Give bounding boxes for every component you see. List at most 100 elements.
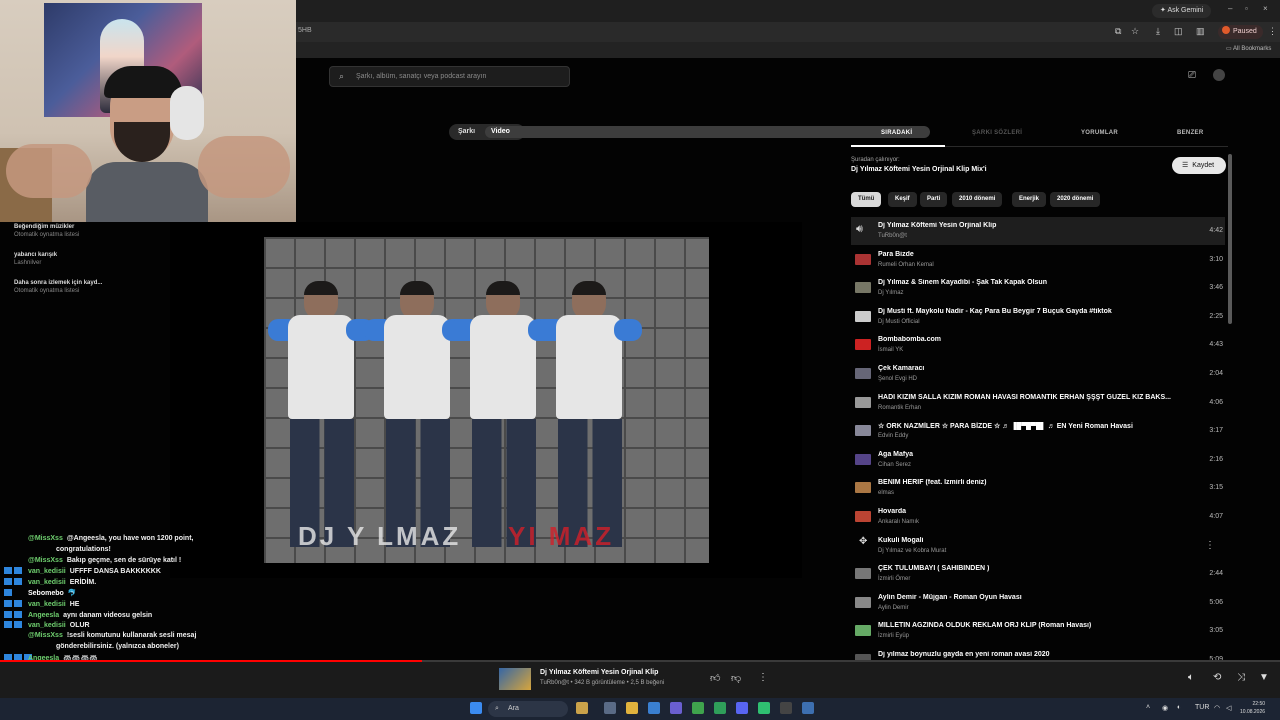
expand-player-icon[interactable]: ▼ [1259, 672, 1269, 683]
filter-chip[interactable]: Enerjik [1012, 192, 1047, 207]
queue-item-title: MİLLETİN AĞZINDA OLDUK REKLAM ORJ KLİP (… [878, 622, 1092, 630]
clock[interactable]: 22:50 10.08.2026 [1240, 700, 1265, 716]
all-bookmarks-label: All Bookmarks [1233, 46, 1272, 52]
queue-item[interactable]: ☆ ORK NAZMİLER ☆ PARA BİZDE ☆ ♬ ▐█▀█▀█▌ … [851, 417, 1225, 445]
extensions-icon[interactable]: ◫ [1174, 26, 1183, 37]
sidebar-playlist-item[interactable]: Daha sonra izlemek için kayd... Otomatik … [14, 280, 102, 294]
address-bar[interactable]: 5HB [298, 27, 312, 34]
tray-icon[interactable]: ◐ [1177, 704, 1181, 711]
queue-item-title: Aga Mafya [878, 450, 914, 458]
language-indicator[interactable]: TUR [1195, 704, 1209, 711]
chat-username[interactable]: @MissXss [28, 557, 63, 564]
app-icon[interactable] [780, 702, 792, 714]
video-frame[interactable]: DJ Y LMAZ YI MAZ [264, 237, 709, 563]
queue-item-artist: İzmirli Eyüp [878, 633, 910, 640]
tray-icon[interactable]: ◉ [1162, 704, 1168, 712]
queue-item[interactable]: 🔊︎ Dj Yılmaz Köftemi Yesin Orjinal Klip Tu… [851, 217, 1225, 245]
chat-username[interactable]: van_kedisii [28, 601, 66, 608]
queue-item[interactable]: Dj Yılmaz & Sinem Kayadibi - Şak Tak Kap… [851, 274, 1225, 302]
discord-icon[interactable] [736, 702, 748, 714]
chat-message: van_kedisii OLUR [4, 621, 90, 629]
task-view-icon[interactable] [604, 702, 616, 714]
start-icon[interactable] [470, 702, 482, 714]
wifi-icon[interactable]: ◠ [1214, 704, 1220, 712]
chat-username[interactable]: van_kedisii [28, 579, 66, 586]
more-options-icon[interactable]: ⋮ [758, 672, 768, 683]
drag-handle-icon[interactable]: ✥ [859, 536, 867, 547]
tab-comments[interactable]: YORUMLAR [1081, 130, 1118, 136]
sidebar-playlist-item[interactable]: Beğendiğim müzikler Otomatik oynatma list… [14, 224, 79, 238]
minimize-button[interactable]: – [1228, 4, 1232, 13]
filter-chip[interactable]: Parti [920, 192, 948, 207]
maximize-button[interactable]: ▫ [1245, 4, 1248, 13]
filter-chip[interactable]: Keşif [888, 192, 917, 207]
queue-item[interactable]: Aga Mafya Cihan Serez 2:16 [851, 446, 1225, 474]
ask-gemini-button[interactable]: ✦ Ask Gemini [1152, 4, 1212, 18]
install-app-icon[interactable]: ⧉ [1115, 26, 1121, 37]
filter-chip[interactable]: 2020 dönemi [1050, 192, 1101, 207]
dislike-icon[interactable]: 👎︎ [731, 672, 741, 684]
queue-item[interactable]: BENİM HERİF (feat. İzmirli deniz) elmas 3:… [851, 474, 1225, 502]
taskbar-search[interactable]: ⌕ Ara [488, 701, 568, 717]
queue-item[interactable]: HADİ KIZIM SALLA KIZIM ROMAN HAVASI ROMA… [851, 389, 1225, 417]
all-bookmarks-link[interactable]: ▭ All Bookmarks [1226, 45, 1271, 52]
sidebar-playlist-item[interactable]: yabancı karışık Lashnilver [14, 252, 57, 266]
bookmark-star-icon[interactable]: ☆ [1131, 26, 1139, 37]
chat-username[interactable]: @MissXss [28, 632, 63, 639]
queue-scrollbar[interactable] [1228, 154, 1232, 324]
player-title[interactable]: Dj Yılmaz Köftemi Yesin Orjinal Klip [540, 669, 658, 676]
player-thumbnail[interactable] [499, 668, 531, 690]
queue-item[interactable]: Dj Musti ft. Maykolu Nadir - Kaç Para Bu… [851, 303, 1225, 331]
toggle-song[interactable]: Şarkı [452, 126, 481, 138]
queue-item[interactable]: Hovarda Ankaralı Namık 4:07 [851, 503, 1225, 531]
tab-lyrics[interactable]: ŞARKI SÖZLERİ [972, 130, 1022, 136]
chat-username[interactable]: van_kedisii [28, 568, 66, 575]
profile-button[interactable]: Paused [1218, 25, 1263, 39]
search-box[interactable]: ⌕ Şarkı, albüm, sanatçı veya podcast ara… [329, 66, 570, 87]
filter-chip[interactable]: 2010 dönemi [952, 192, 1003, 207]
speaker-icon[interactable]: ◁ [1226, 704, 1231, 712]
chat-badges [4, 589, 28, 597]
shuffle-icon[interactable]: ⤨ [1237, 672, 1245, 683]
tab-related[interactable]: BENZER [1177, 130, 1203, 136]
clock-date: 10.08.2026 [1240, 709, 1266, 715]
file-explorer-icon[interactable] [626, 702, 638, 714]
account-avatar[interactable] [1213, 69, 1225, 81]
download-icon[interactable]: ⤓ [1156, 26, 1160, 37]
browser-menu-icon[interactable]: ⋮ [1268, 26, 1277, 37]
app-icon[interactable] [670, 702, 682, 714]
like-icon[interactable]: 👍︎ [710, 672, 720, 684]
chat-username[interactable]: @MissXss [28, 535, 63, 542]
app-icon[interactable] [576, 702, 588, 714]
app-icon[interactable] [648, 702, 660, 714]
chat-username[interactable]: van_kedisii [28, 622, 66, 629]
playing-from-title[interactable]: Dj Yılmaz Köftemi Yesin Orjinal Klip Mix… [851, 166, 987, 173]
queue-item[interactable]: ÇEK TULUMBAYI ( SAHİBİNDEN ) İzmirli Ömer… [851, 560, 1225, 588]
progress-bar[interactable] [0, 660, 1280, 662]
app-icon[interactable] [758, 702, 770, 714]
cast-icon[interactable]: ⎚ [1188, 70, 1196, 81]
filter-chip[interactable]: Tümü [851, 192, 882, 207]
tray-chevron-icon[interactable]: ˄ [1146, 704, 1150, 711]
queue-item-duration: 3:46 [1209, 284, 1223, 292]
chat-username[interactable]: Angeesla [28, 612, 59, 619]
close-button[interactable]: × [1263, 4, 1268, 13]
app-icon[interactable] [714, 702, 726, 714]
queue-item-menu-icon[interactable]: ⋮ [1205, 540, 1215, 551]
repeat-icon[interactable]: ⟲ [1213, 672, 1221, 683]
chat-username[interactable]: Sebomebo [28, 590, 64, 597]
sidebar-toggle-icon[interactable]: ▥ [1196, 26, 1205, 37]
queue-item[interactable]: Çek Kamaracı Şenol Evgi HD 2:04 [851, 360, 1225, 388]
app-icon[interactable] [802, 702, 814, 714]
volume-icon[interactable]: 🔈︎ [1188, 672, 1194, 683]
chrome-icon[interactable] [692, 702, 704, 714]
save-button[interactable]: ☰ Kaydet [1172, 157, 1226, 174]
queue-item[interactable]: ✥ Kukuli Mogali Dj Yılmaz ve Kobra Murat ⋮ [851, 532, 1225, 560]
queue-item[interactable]: Aylin Demir - Müjgan - Roman Oyun Havası… [851, 589, 1225, 617]
chat-text: UFFFF DANSA BAKKKKKK [69, 568, 161, 576]
queue-item[interactable]: Bombabomba.com İsmail YK 4:43 [851, 331, 1225, 359]
screen: ✦ Ask Gemini – ▫ × 5HB ⧉ ☆ ⤓ ◫ ▥ Paused … [0, 0, 1280, 720]
queue-item[interactable]: Para Bizde Rumeli Orhan Kemal 3:10 [851, 246, 1225, 274]
tab-up-next[interactable]: SIRADAKİ [881, 130, 912, 136]
queue-item[interactable]: MİLLETİN AĞZINDA OLDUK REKLAM ORJ KLİP (… [851, 617, 1225, 645]
